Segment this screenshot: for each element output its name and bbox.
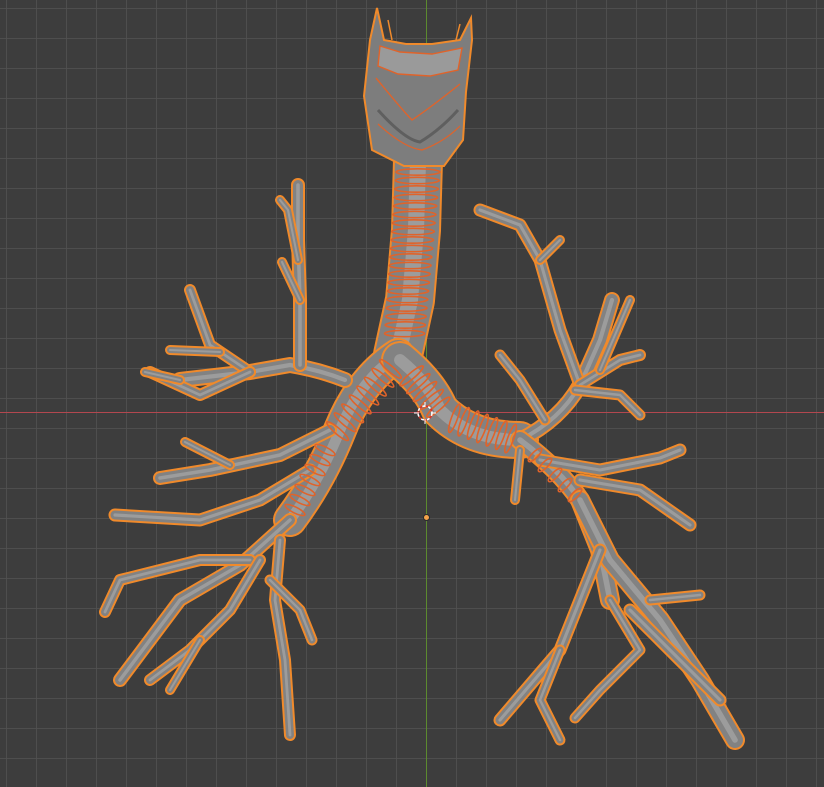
left-apical-twig[interactable] bbox=[535, 235, 565, 265]
larynx-segment[interactable] bbox=[362, 7, 474, 167]
right-apical-branch[interactable] bbox=[291, 178, 307, 372]
left-lingula-twig-2[interactable] bbox=[569, 384, 646, 421]
left-apical-branch[interactable] bbox=[473, 203, 587, 392]
left-lower-branch-5[interactable] bbox=[623, 603, 727, 707]
right-posterior-twig[interactable] bbox=[165, 345, 225, 357]
bronchial-tree-model[interactable] bbox=[0, 0, 824, 787]
right-upper-lobe-branch[interactable] bbox=[172, 357, 353, 388]
right-posterior-branch[interactable] bbox=[184, 284, 256, 378]
object-origin-icon[interactable] bbox=[423, 514, 430, 521]
left-lower-branch-1[interactable] bbox=[533, 443, 687, 477]
3d-cursor-icon[interactable] bbox=[414, 402, 436, 424]
left-lower-branch-4[interactable] bbox=[493, 543, 607, 727]
left-lower-twig-4[interactable] bbox=[510, 445, 525, 505]
left-superior-twig[interactable] bbox=[494, 349, 551, 426]
left-lower-twig-3[interactable] bbox=[644, 589, 706, 606]
right-middle-twig[interactable] bbox=[180, 437, 235, 470]
trachea[interactable] bbox=[373, 135, 443, 380]
3d-viewport[interactable] bbox=[0, 0, 824, 787]
right-anterior-twig[interactable] bbox=[140, 367, 185, 385]
right-lower-branch-5[interactable] bbox=[269, 534, 296, 741]
right-lower-branch-2[interactable] bbox=[113, 513, 297, 687]
left-lower-branch-3[interactable] bbox=[570, 490, 745, 750]
